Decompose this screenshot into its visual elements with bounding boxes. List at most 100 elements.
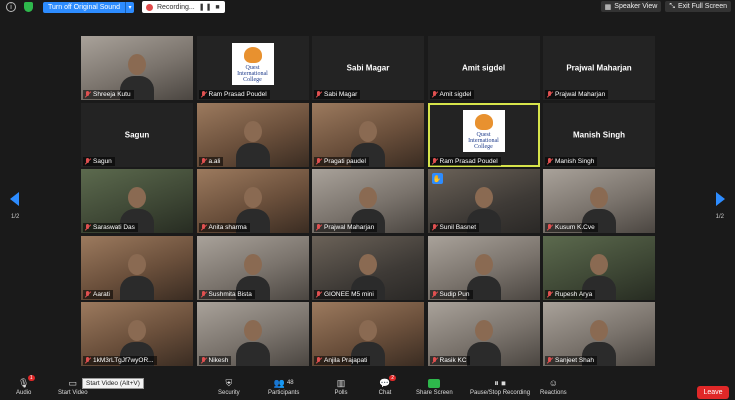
participant-name-label: Sushmita Bista (198, 289, 255, 299)
participant-name-label: Sudip Pun (429, 289, 473, 299)
participant-name-label: Prajwal Maharjan (545, 90, 609, 99)
exit-full-screen-button[interactable]: ⤡ Exit Full Screen (665, 1, 731, 12)
participant-tile[interactable]: Manish Singh Manish Singh (543, 102, 655, 167)
recording-label: Recording... (157, 3, 195, 11)
top-bar: i Turn off Original Sound ▾ Recording...… (0, 0, 735, 14)
participant-tile[interactable]: Rasik KC (427, 302, 540, 366)
participant-tile[interactable]: Anita sharma (196, 169, 309, 233)
reactions-button[interactable]: ☺ Reactions (540, 378, 567, 400)
info-icon[interactable]: i (6, 2, 16, 12)
participant-video-feed (466, 320, 501, 366)
participant-name: Sagun (93, 157, 112, 165)
participant-video-feed (235, 120, 270, 167)
participant-video-feed (235, 320, 270, 366)
participant-name-label: Kusum K.Cve (545, 223, 598, 232)
participant-name-label: Pragati paudel (314, 156, 369, 166)
participant-name: Sushmita Bista (208, 290, 252, 298)
participant-tile[interactable]: Sagun Sagun (81, 102, 193, 167)
chat-button[interactable]: 💬 2 Chat (378, 375, 396, 400)
participant-name-label: Nikesh (198, 356, 232, 365)
muted-microphone-icon (84, 224, 91, 231)
record-icon (146, 3, 153, 11)
participant-tile[interactable]: Sushmita Bista (196, 235, 309, 300)
participant-display-name: Sagun (124, 130, 150, 139)
participant-name-label: Saraswati Das (83, 223, 138, 232)
pause-stop-icon: ⏸ ⏹ (494, 377, 506, 388)
participant-name: Nikesh (208, 357, 229, 364)
participant-name: GIONEE M5 mini (324, 290, 374, 298)
leave-button[interactable]: Leave (697, 386, 729, 399)
share-screen-icon (427, 378, 441, 388)
pause-stop-recording-button[interactable]: ⏸ ⏹ Pause/Stop Recording (470, 378, 530, 400)
participant-name: Sunil Basnet (439, 224, 477, 231)
participant-tile[interactable]: Quest International College Ram Prasad Poud… (196, 36, 309, 100)
muted-microphone-icon (84, 157, 91, 165)
participant-tile[interactable]: Shreeja Kutu (81, 36, 193, 100)
participant-name: Sudip Pun (439, 290, 470, 298)
muted-microphone-icon (546, 224, 553, 231)
participant-tile[interactable]: Sabi Magar Sabi Magar (312, 36, 424, 100)
participant-tile[interactable]: Aarati (81, 235, 193, 300)
participant-gallery: Shreeja Kutu Quest International College Ram… (81, 36, 655, 366)
participant-name-label: Rasik KC (429, 356, 470, 365)
speaker-view-button[interactable]: ▦ Speaker View (600, 1, 662, 12)
recording-controls[interactable]: ❚❚ ■ (199, 3, 221, 11)
exit-full-screen-icon: ⤡ (669, 2, 675, 10)
participant-tile[interactable]: Anjila Prajapati (312, 302, 424, 366)
participant-tile[interactable]: Prajwal Maharjan (312, 169, 424, 233)
muted-microphone-icon (315, 224, 322, 231)
participant-name-label: Sabi Magar (314, 90, 361, 99)
participant-tile[interactable]: Prajwal Maharjan Prajwal Maharjan (543, 36, 655, 100)
participant-name: a.ali (208, 157, 221, 165)
participant-tile[interactable]: ✋ Sunil Basnet (427, 169, 540, 233)
participant-tile[interactable]: a.ali (196, 102, 309, 167)
muted-microphone-icon (431, 91, 438, 98)
participant-name-label: a.ali (198, 156, 224, 166)
participant-tile[interactable]: GIONEE M5 mini (312, 235, 424, 300)
security-button[interactable]: ⛨ Security (218, 378, 240, 400)
participant-tile[interactable]: Saraswati Das (81, 169, 193, 233)
participant-tile[interactable]: Amit sigdel Amit sigdel (427, 36, 540, 100)
participant-name: Rupesh Arya (555, 290, 593, 298)
participant-video-feed (120, 253, 154, 300)
logo-text: College (243, 77, 262, 83)
participant-tile[interactable]: 1kM3rLTgJf7wyOR... (81, 302, 193, 366)
previous-page-arrow-icon[interactable] (10, 192, 19, 206)
participant-name: Manish Singh (555, 157, 595, 165)
chevron-down-icon[interactable]: ▾ (125, 1, 134, 13)
muted-microphone-icon (431, 157, 438, 165)
share-screen-button[interactable]: Share Screen (416, 378, 453, 400)
participant-name-label: Anita sharma (198, 223, 250, 232)
participant-name: Anjila Prajapati (324, 357, 368, 364)
participant-tile[interactable]: Nikesh (196, 302, 309, 366)
page-indicator-right: 1/2 (715, 214, 724, 220)
participant-tile[interactable]: Sanjeet Shah (543, 302, 655, 366)
microphone-icon: 🎙 1 (17, 375, 35, 388)
polls-button[interactable]: ▥ Polls (334, 378, 348, 400)
logo-text: College (474, 143, 493, 150)
participant-tile[interactable]: Pragati paudel (312, 102, 424, 167)
participant-name-label: Shreeja Kutu (83, 90, 134, 99)
original-sound-button[interactable]: Turn off Original Sound (43, 1, 125, 13)
college-logo: Quest International College (231, 43, 274, 85)
participant-name: Prajwal Maharjan (324, 224, 375, 231)
participant-name: Sabi Magar (324, 91, 358, 98)
muted-microphone-icon (546, 157, 553, 165)
chat-icon: 💬 2 (379, 375, 396, 388)
muted-microphone-icon (200, 224, 207, 231)
next-page-arrow-icon[interactable] (716, 192, 725, 206)
participant-tile[interactable]: Quest International College Ram Prasad Poud… (427, 102, 540, 167)
participant-tile[interactable]: Rupesh Arya (543, 235, 655, 300)
muted-microphone-icon (84, 357, 91, 364)
grid-icon: ▦ (604, 3, 612, 11)
participant-display-name: Sabi Magar (346, 63, 390, 73)
muted-microphone-icon (315, 157, 322, 165)
muted-microphone-icon (84, 290, 91, 298)
participants-button[interactable]: 👥 48 Participants (268, 378, 299, 400)
participant-tile[interactable]: Sudip Pun (427, 235, 540, 300)
muted-microphone-icon (200, 290, 207, 298)
participant-tile[interactable]: Kusum K.Cve (543, 169, 655, 233)
participants-icon: 👥 48 (273, 377, 294, 388)
shield-icon[interactable] (24, 2, 33, 12)
audio-button[interactable]: 🎙 1 Audio (16, 375, 35, 400)
